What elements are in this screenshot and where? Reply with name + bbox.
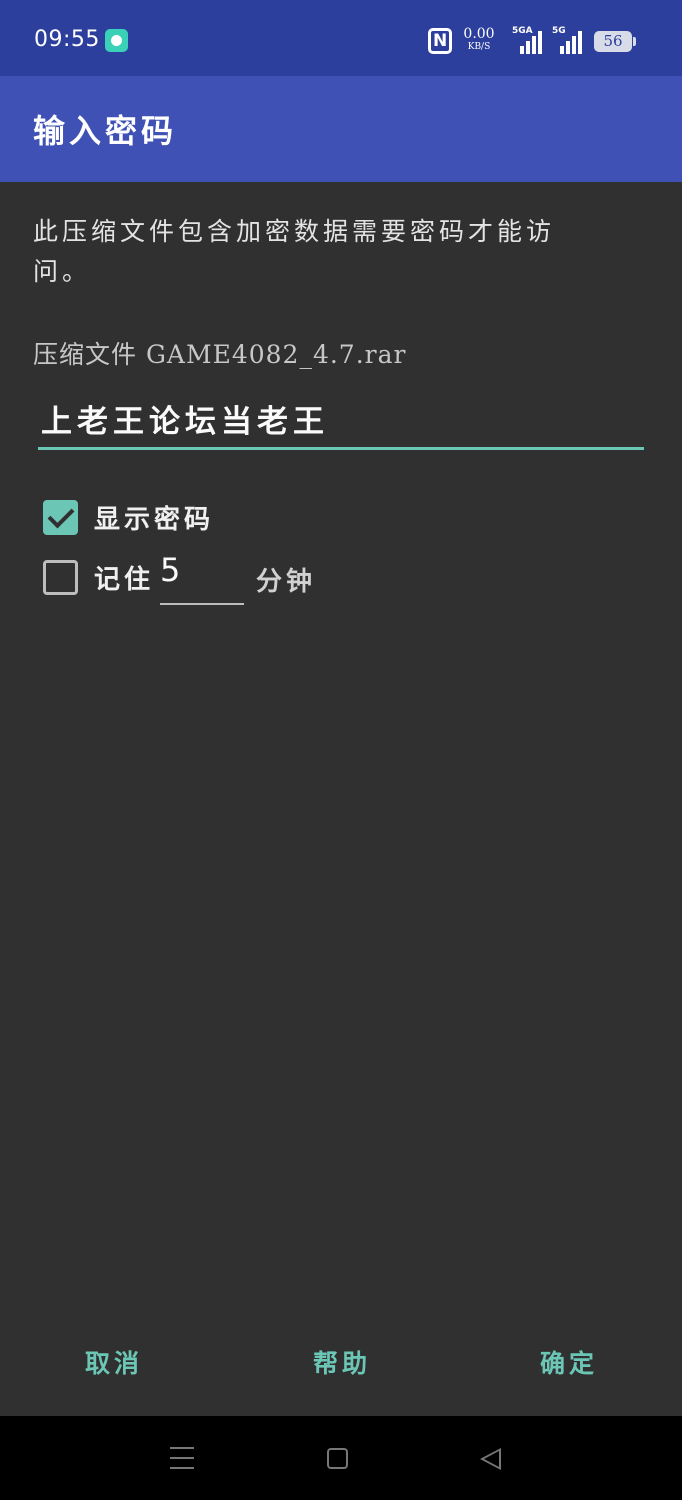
remember-minutes-input[interactable]: 5 <box>160 549 244 605</box>
password-value: 上老王论坛当老王 <box>41 404 329 440</box>
network-speed: 0.00 KB/S <box>462 27 496 52</box>
network-speed-unit: KB/S <box>467 42 491 52</box>
cancel-button[interactable]: 取消 <box>85 1344 143 1380</box>
archive-name-label: 压缩文件 GAME4082_4.7.rar <box>33 340 407 369</box>
page-title: 输入密码 <box>33 112 178 150</box>
minutes-unit-label: 分钟 <box>256 567 317 597</box>
navigation-bar <box>0 1416 682 1500</box>
nfc-icon: N <box>428 28 452 54</box>
sim2-label: 5G <box>552 26 566 36</box>
show-password-row[interactable]: 显示密码 <box>43 497 243 537</box>
battery-level: 56 <box>603 32 623 50</box>
home-icon[interactable] <box>327 1448 348 1469</box>
show-password-checkbox[interactable] <box>43 500 78 535</box>
status-bar: 09:55 N 0.00 KB/S 5GA 5G 56 <box>0 0 682 76</box>
sim1-label: 5GA <box>512 26 533 36</box>
ok-button[interactable]: 确定 <box>540 1344 598 1380</box>
battery-icon: 56 <box>594 31 636 52</box>
menu-icon[interactable] <box>170 1447 194 1469</box>
remember-label: 记住 <box>94 565 155 595</box>
password-input[interactable]: 上老王论坛当老王 <box>38 390 644 450</box>
show-password-label: 显示密码 <box>94 505 215 535</box>
chat-bubble-icon <box>105 29 128 52</box>
remember-checkbox[interactable] <box>43 560 78 595</box>
dialog-actions: 取消 帮助 确定 <box>0 1332 682 1392</box>
network-speed-value: 0.00 <box>463 26 495 42</box>
signal-5g-icon: 5G <box>552 26 586 54</box>
app-bar: 输入密码 <box>0 76 682 182</box>
remember-minutes-value: 5 <box>160 551 181 589</box>
encryption-message: 此压缩文件包含加密数据需要密码才能访问。 <box>33 217 556 286</box>
back-icon[interactable] <box>480 1448 501 1470</box>
help-button[interactable]: 帮助 <box>313 1344 371 1380</box>
password-dialog: 此压缩文件包含加密数据需要密码才能访问。 压缩文件 GAME4082_4.7.r… <box>0 182 682 1416</box>
status-time: 09:55 <box>34 27 100 52</box>
signal-5ga-icon: 5GA <box>512 26 546 54</box>
remember-row: 记住 5 分钟 <box>43 551 343 605</box>
